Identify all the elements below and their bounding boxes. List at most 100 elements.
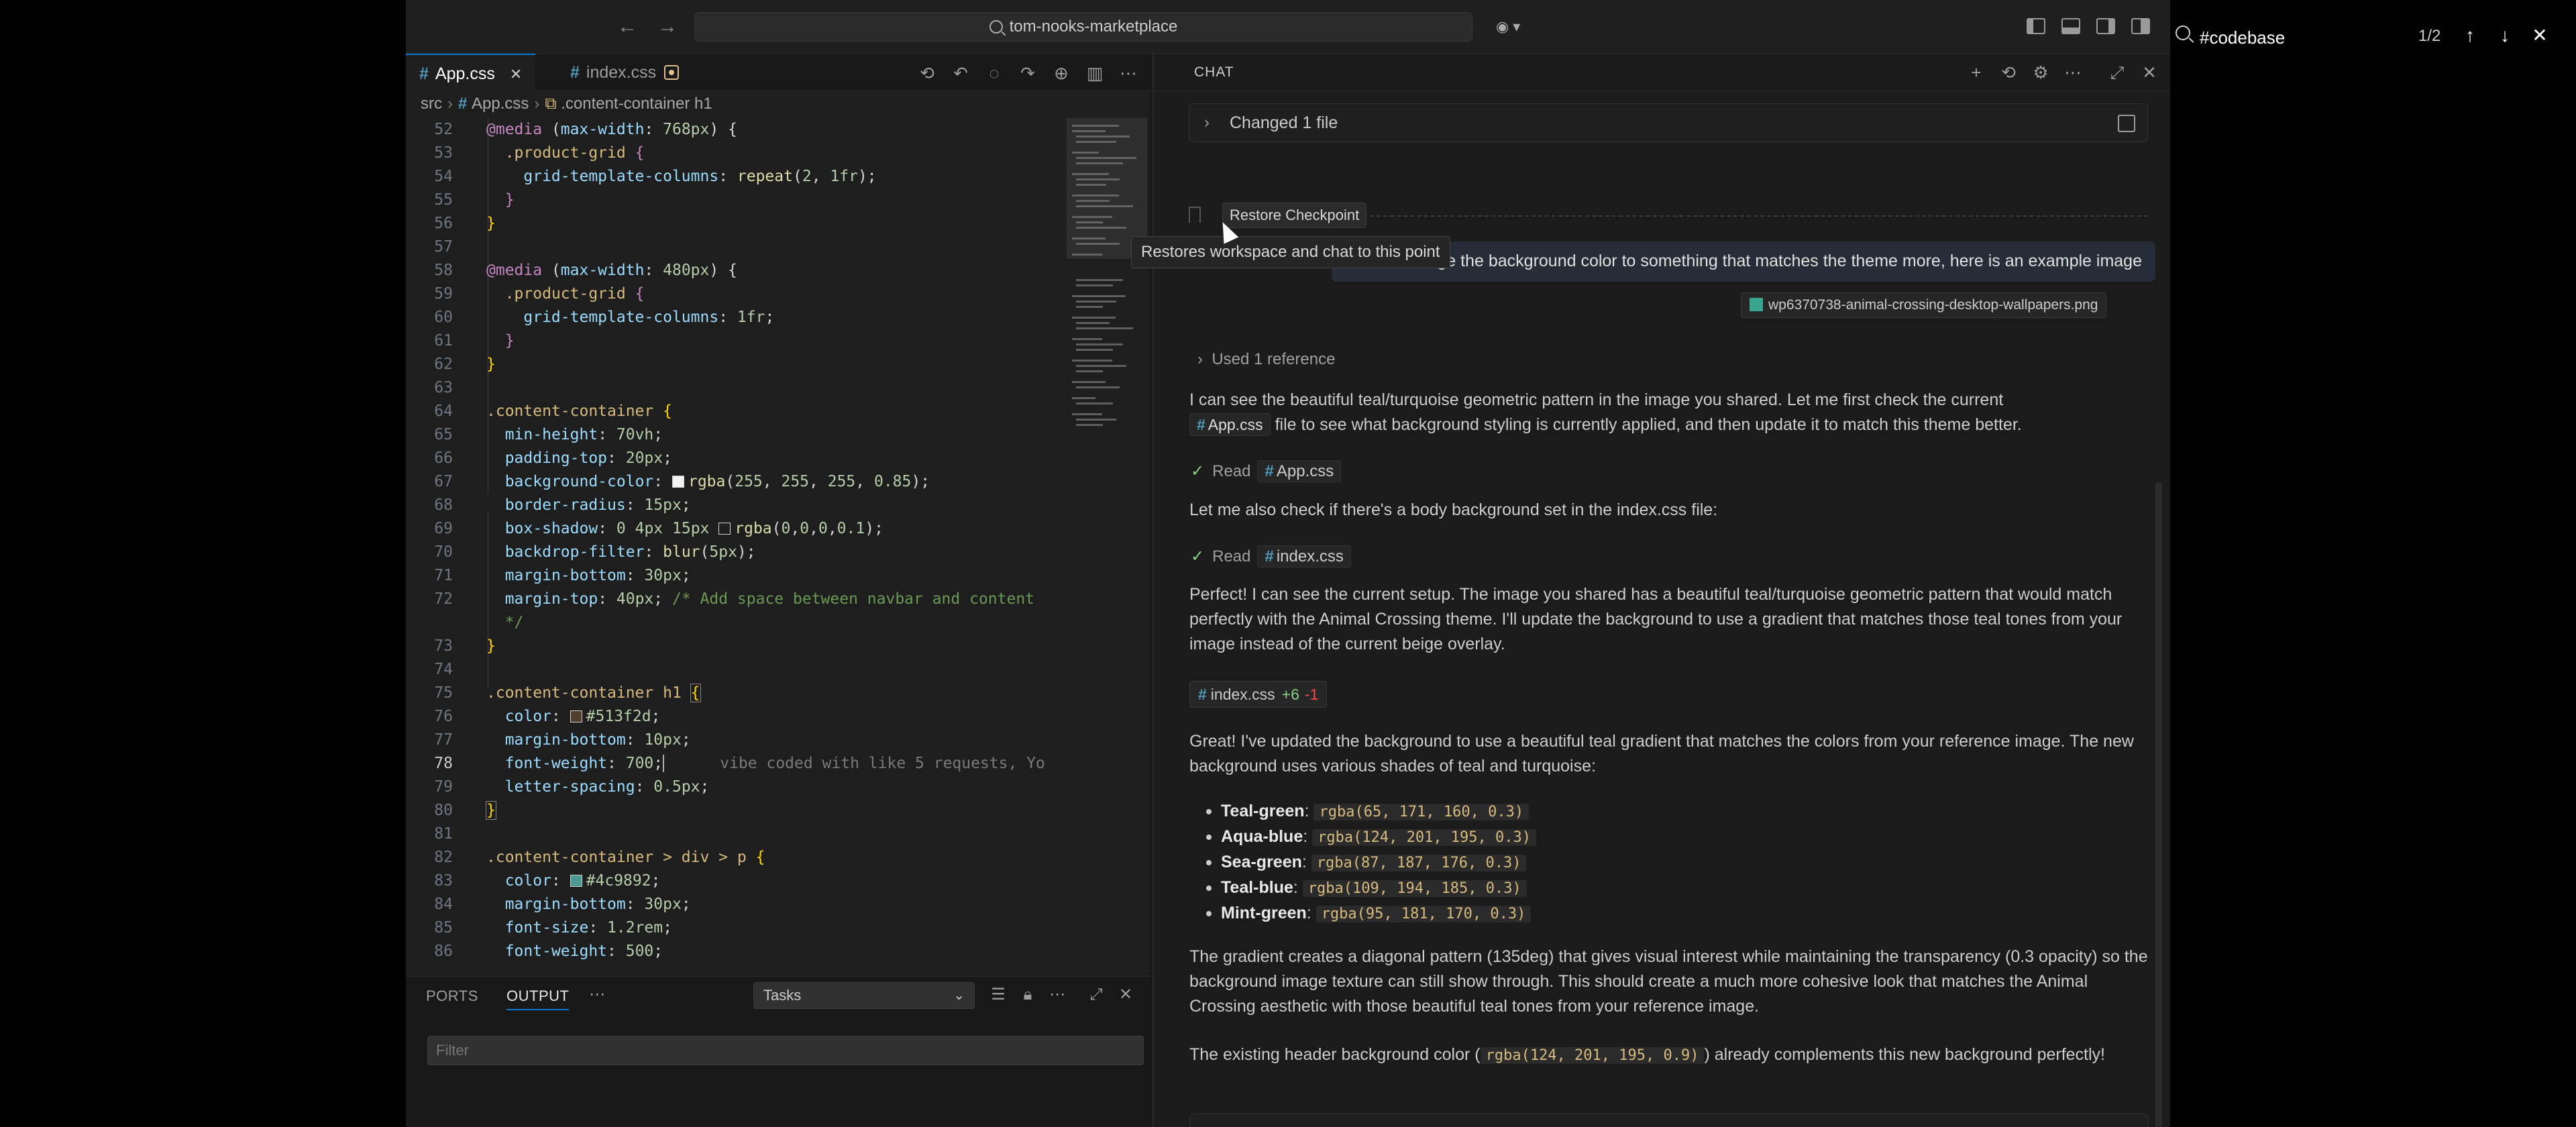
color-value: rgba(87, 187, 176, 0.3) bbox=[1311, 855, 1527, 871]
code-line: */ bbox=[504, 614, 524, 631]
find-widget: 1/2 ↑ ↓ ✕ bbox=[2170, 15, 2549, 55]
editor-group: # App.css ✕ # index.css ⟲ ↶ ◌ ↷ ⊕ ▥ ⋯ src › #… bbox=[406, 54, 1150, 977]
code-line: 52 @media (max-width: 768px) { bbox=[434, 121, 737, 138]
color-name: Mint-green bbox=[1221, 904, 1307, 922]
desktop-background bbox=[0, 0, 406, 1127]
file-reference-chip[interactable]: # index.css bbox=[1257, 545, 1351, 568]
tool-read-app-css[interactable]: ✓ Read # App.css bbox=[1191, 460, 1342, 482]
timeline-icon[interactable]: ⟲ bbox=[917, 63, 937, 83]
assistant-message: I can see the beautiful teal/turquoise g… bbox=[1189, 388, 2149, 437]
more-actions-icon[interactable]: ⋯ bbox=[1047, 985, 1067, 1005]
color-value: rgba(109, 194, 185, 0.3) bbox=[1302, 880, 1527, 897]
code-line: 63 bbox=[434, 379, 453, 396]
close-icon[interactable]: ✕ bbox=[1116, 985, 1136, 1005]
title-bar: ← → tom-nooks-marketplace ◉ ▾ bbox=[406, 0, 2170, 54]
compare-icon[interactable]: ◌ bbox=[984, 63, 1004, 83]
toggle-panel-icon[interactable] bbox=[2061, 18, 2080, 34]
chat-input[interactable] bbox=[1189, 1114, 2149, 1127]
tab-output[interactable]: OUTPUT bbox=[506, 987, 570, 1010]
command-center[interactable]: tom-nooks-marketplace bbox=[694, 12, 1472, 42]
search-icon bbox=[989, 20, 1003, 34]
lines-removed: -1 bbox=[1304, 686, 1319, 703]
go-forward-icon[interactable]: ↷ bbox=[1018, 63, 1038, 83]
split-editor-icon[interactable]: ▥ bbox=[1085, 63, 1105, 83]
arrow-down-icon[interactable]: ↓ bbox=[2493, 24, 2516, 47]
more-actions-icon[interactable]: ⋯ bbox=[2062, 62, 2084, 83]
new-chat-icon[interactable]: + bbox=[1966, 62, 1987, 83]
tab-app-css[interactable]: # App.css ✕ bbox=[406, 54, 536, 91]
maximize-icon[interactable]: ⤢ bbox=[2106, 62, 2128, 83]
image-file-icon bbox=[1750, 298, 1763, 311]
open-changes-icon[interactable]: ⊕ bbox=[1051, 63, 1071, 83]
assistant-message: Perfect! I can see the current setup. Th… bbox=[1189, 585, 2123, 653]
code-line-current: 78 font-weight: 700; vibe coded with lik… bbox=[434, 755, 1045, 772]
diff-icon[interactable] bbox=[2118, 115, 2135, 132]
read-label: Read bbox=[1212, 547, 1251, 566]
tab-index-css[interactable]: # index.css bbox=[557, 54, 692, 91]
edited-file-chip[interactable]: # index.css +6 -1 bbox=[1189, 681, 1328, 708]
chat-header: CHAT + ⟲ ⚙ ⋯ ⤢ ✕ bbox=[1154, 54, 2170, 91]
select-value: Tasks bbox=[763, 987, 802, 1004]
file-reference-chip[interactable]: # App.css bbox=[1189, 413, 1271, 436]
arrow-right-icon[interactable]: → bbox=[654, 13, 681, 40]
css-file-icon: # bbox=[1197, 416, 1205, 433]
used-references-toggle[interactable]: › Used 1 reference bbox=[1197, 350, 1335, 369]
code-line: 64 .content-container { bbox=[434, 402, 672, 420]
code-line: 58 @media (max-width: 480px) { bbox=[434, 262, 737, 279]
color-name: Sea-green bbox=[1221, 853, 1302, 871]
breadcrumb-file[interactable]: App.css bbox=[472, 95, 529, 113]
tab-label: index.css bbox=[586, 63, 657, 82]
tab-ports[interactable]: PORTS bbox=[426, 987, 478, 1005]
close-icon[interactable]: ✕ bbox=[2139, 62, 2160, 83]
attachment-chip[interactable]: wp6370738-animal-crossing-desktop-wallpa… bbox=[1741, 292, 2107, 318]
message-text: file to see what background styling is c… bbox=[1275, 415, 2022, 434]
close-icon[interactable]: ✕ bbox=[510, 66, 522, 83]
restore-tooltip: Restores workspace and chat to this poin… bbox=[1131, 236, 1450, 268]
tab-label: App.css bbox=[435, 64, 495, 83]
toggle-primary-sidebar-icon[interactable] bbox=[2027, 18, 2045, 34]
checkpoint-row: Restore Checkpoint bbox=[1189, 203, 2148, 229]
toggle-secondary-sidebar-icon[interactable] bbox=[2096, 18, 2115, 34]
chat-scrollbar[interactable] bbox=[2155, 483, 2162, 1127]
lines-added: +6 bbox=[1281, 686, 1299, 703]
file-reference-chip[interactable]: # App.css bbox=[1257, 460, 1342, 482]
search-icon bbox=[2176, 25, 2190, 40]
code-line: 59 .product-grid { bbox=[434, 285, 645, 303]
lock-icon[interactable]: 🔒︎ bbox=[1018, 985, 1038, 1005]
output-filter-input[interactable] bbox=[427, 1036, 1144, 1065]
read-label: Read bbox=[1212, 462, 1251, 480]
more-views-icon[interactable]: ⋯ bbox=[587, 985, 607, 1005]
gear-icon[interactable]: ⚙ bbox=[2030, 62, 2051, 83]
code-editor[interactable]: 52 @media (max-width: 768px) { 53 .produc… bbox=[406, 118, 1150, 977]
code-line: 62} bbox=[434, 356, 496, 373]
check-icon: ✓ bbox=[1191, 547, 1205, 566]
customize-layout-icon[interactable] bbox=[2131, 18, 2150, 34]
arrow-left-icon[interactable]: ← bbox=[614, 13, 641, 40]
restore-checkpoint-button[interactable]: Restore Checkpoint bbox=[1222, 203, 1367, 228]
breadcrumb-folder[interactable]: src bbox=[421, 95, 442, 113]
clear-output-icon[interactable]: ☰ bbox=[988, 985, 1008, 1005]
find-input[interactable] bbox=[2200, 25, 2401, 50]
assistant-message: The gradient creates a diagonal pattern … bbox=[1189, 947, 2148, 1016]
copilot-icon[interactable]: ◉ ▾ bbox=[1496, 15, 1543, 39]
close-icon[interactable]: ✕ bbox=[2528, 24, 2551, 47]
breadcrumb-symbol[interactable]: .content-container h1 bbox=[561, 95, 712, 113]
output-channel-select[interactable]: Tasks ⌄ bbox=[753, 982, 975, 1009]
check-icon: ✓ bbox=[1191, 462, 1205, 480]
chevron-down-icon: ⌄ bbox=[953, 988, 965, 1003]
history-icon[interactable]: ⟲ bbox=[1998, 62, 2019, 83]
arrow-up-icon[interactable]: ↑ bbox=[2459, 24, 2481, 47]
code-line: 83 color: #4c9892; bbox=[434, 872, 661, 890]
go-back-icon[interactable]: ↶ bbox=[951, 63, 971, 83]
css-file-icon: # bbox=[1198, 686, 1207, 703]
more-actions-icon[interactable]: ⋯ bbox=[1118, 63, 1138, 83]
changed-files-summary[interactable]: › Changed 1 file bbox=[1189, 103, 2148, 142]
code-line: 84 margin-bottom: 30px; bbox=[434, 896, 691, 913]
chat-title: CHAT bbox=[1194, 64, 1234, 80]
assistant-message: The existing header background color (rg… bbox=[1189, 1042, 2149, 1068]
tool-read-index-css[interactable]: ✓ Read # index.css bbox=[1191, 545, 1351, 568]
unsaved-dot-icon[interactable] bbox=[664, 65, 680, 80]
code-line: 82 .content-container > div > p { bbox=[434, 849, 765, 866]
maximize-panel-icon[interactable]: ⤢ bbox=[1086, 985, 1106, 1005]
chevron-right-icon: › bbox=[1204, 113, 1210, 131]
